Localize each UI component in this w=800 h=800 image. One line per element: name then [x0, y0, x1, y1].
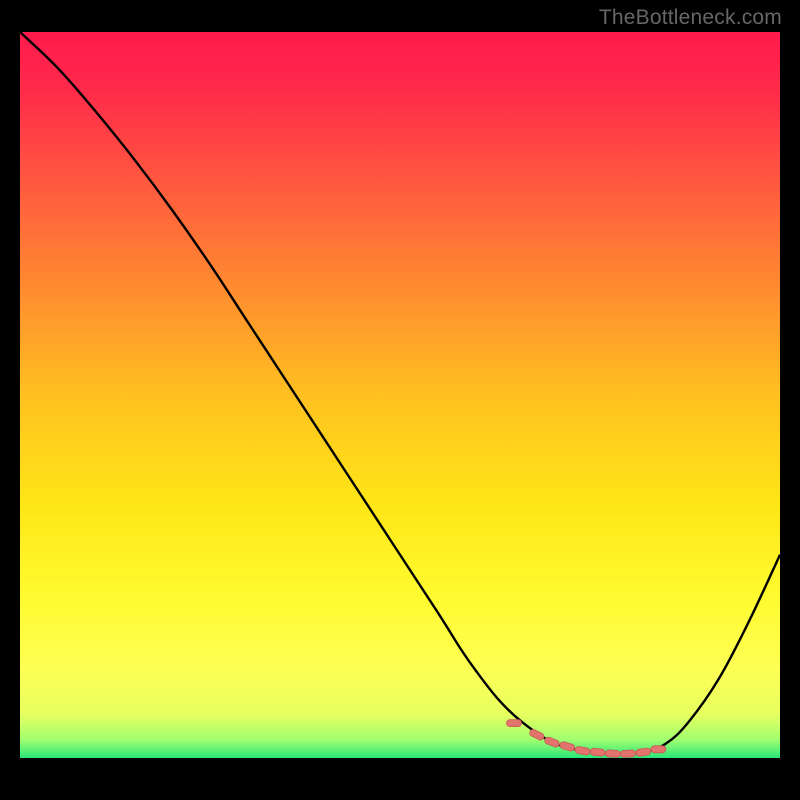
optimal-marker [651, 746, 666, 753]
bottleneck-chart [20, 32, 780, 758]
watermark-text: TheBottleneck.com [599, 6, 782, 30]
optimal-marker [590, 748, 606, 756]
chart-frame [20, 32, 780, 792]
optimal-marker [605, 750, 620, 758]
optimal-marker [620, 750, 635, 758]
gradient-background [20, 32, 780, 758]
optimal-marker [507, 720, 522, 727]
